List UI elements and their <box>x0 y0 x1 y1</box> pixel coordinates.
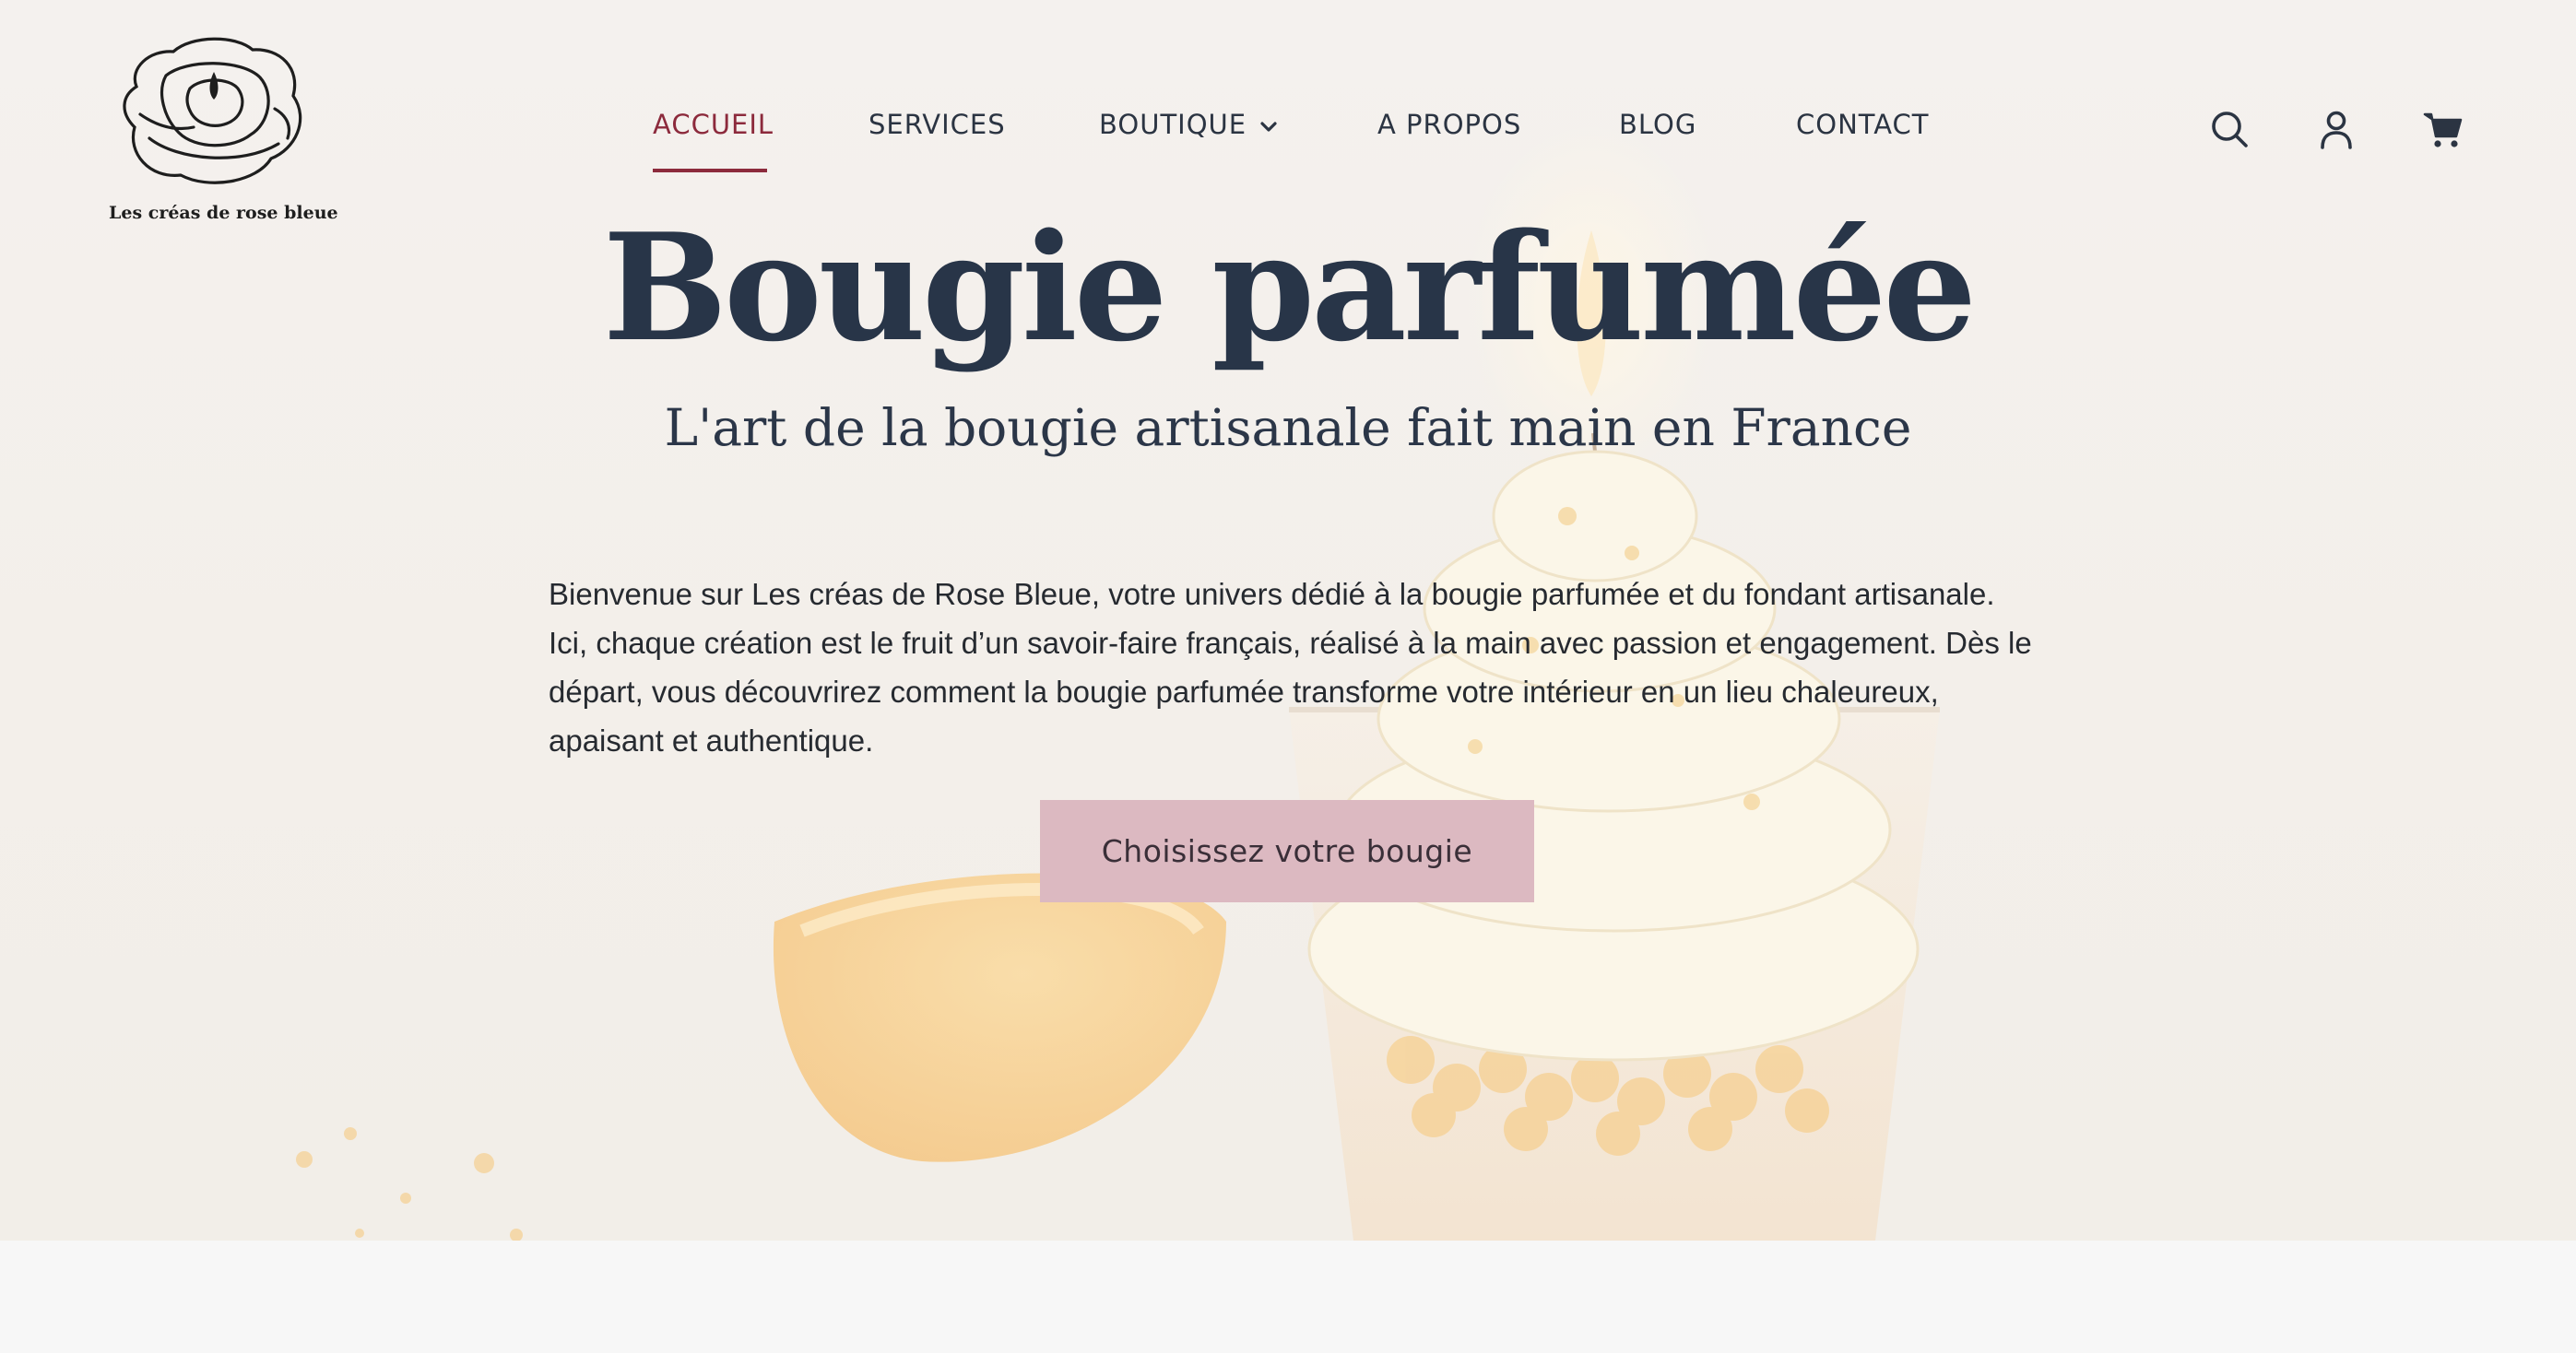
chevron-down-icon[interactable] <box>1259 120 1278 135</box>
below-hero-area <box>0 1241 2576 1353</box>
cart-icon[interactable] <box>2421 107 2465 151</box>
nav-item-boutique[interactable]: BOUTIQUE <box>1099 109 1247 140</box>
account-icon[interactable] <box>2314 107 2358 151</box>
search-icon[interactable] <box>2207 107 2251 151</box>
active-nav-indicator <box>653 169 767 172</box>
nav-item-accueil[interactable]: ACCUEIL <box>653 109 774 140</box>
nav-item-blog[interactable]: BLOG <box>1619 109 1696 140</box>
nav-item-contact[interactable]: CONTACT <box>1796 109 1930 140</box>
page-title: Bougie parfumée <box>602 201 1977 374</box>
intro-paragraph: Bienvenue sur Les créas de Rose Bleue, v… <box>549 577 2032 758</box>
main-nav: ACCUEIL SERVICES BOUTIQUE A PROPOS BLOG … <box>0 109 2576 164</box>
hero-section: Les créas de rose bleue ACCUEIL SERVICES… <box>0 0 2576 1241</box>
choose-candle-button[interactable]: Choisissez votre bougie <box>1040 800 1534 902</box>
nav-item-services[interactable]: SERVICES <box>869 109 1006 140</box>
nav-item-a-propos[interactable]: A PROPOS <box>1377 109 1521 140</box>
page-subtitle: L'art de la bougie artisanale fait main … <box>664 398 1912 457</box>
